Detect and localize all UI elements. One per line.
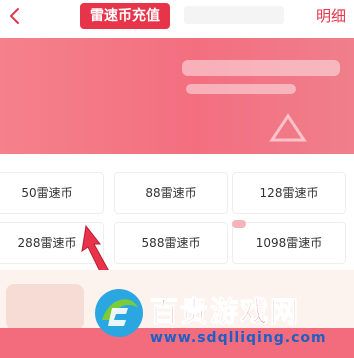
recharge-option-128[interactable]: 128雷速币 <box>232 172 346 214</box>
back-button[interactable] <box>4 4 26 28</box>
banner-blurred-text <box>182 60 340 76</box>
recharge-option-588[interactable]: 588雷速币 <box>114 222 228 264</box>
tab-recharge[interactable]: 雷速币充值 <box>80 3 170 29</box>
watermark-url: www.sdqlliqing.com <box>150 330 327 346</box>
tab-other[interactable] <box>184 6 284 24</box>
watermark-title: 百贵游戏网 <box>149 295 301 329</box>
detail-link[interactable]: 明细 <box>316 5 346 27</box>
chevron-left-icon <box>10 8 19 24</box>
banner-blurred-subtext <box>186 84 296 94</box>
top-bar: 雷速币充值 明细 <box>0 0 354 34</box>
recharge-option-1098[interactable]: 1098雷速币 <box>232 222 346 264</box>
watermark: 百贵游戏网 www.sdqlliqing.com <box>92 276 354 358</box>
recharge-options-grid: 50雷速币 88雷速币 128雷速币 288雷速币 588雷速币 1098雷速币 <box>0 162 354 264</box>
promo-tag <box>232 220 246 228</box>
coin-icon <box>269 113 307 142</box>
recharge-option-50[interactable]: 50雷速币 <box>0 172 104 214</box>
recharge-option-88[interactable]: 88雷速币 <box>114 172 228 214</box>
watermark-logo-icon <box>95 289 143 337</box>
balance-banner <box>0 38 354 154</box>
bottom-blurred-content <box>6 284 84 330</box>
